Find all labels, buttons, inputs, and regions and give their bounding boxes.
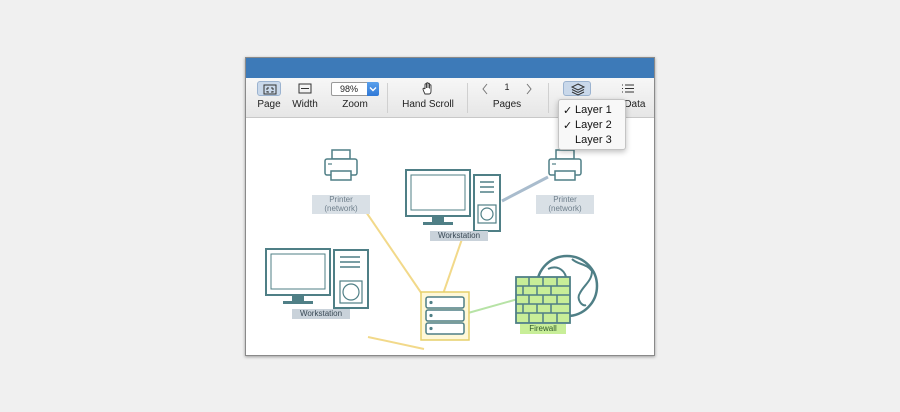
fit-width-icon	[293, 81, 317, 96]
page-label: Page	[257, 99, 281, 110]
layer-1-label: Layer 1	[575, 104, 612, 116]
zoom-tool: Zoom	[332, 78, 378, 118]
layer-2-label: Layer 2	[575, 119, 612, 131]
firewall-icon[interactable]	[515, 276, 571, 324]
width-label: Width	[292, 99, 318, 110]
toolbar-separator	[548, 83, 549, 113]
fit-page-icon	[257, 81, 281, 96]
printer-label-line2: (network)	[548, 204, 582, 213]
fit-width-button[interactable]: Width	[288, 78, 322, 118]
printer-label-line2: (network)	[324, 204, 358, 213]
diagram-canvas[interactable]: Printer (network) Printer (network) Work…	[246, 119, 654, 355]
hand-icon	[420, 81, 436, 96]
toolbar-separator	[467, 83, 468, 113]
toolbar-separator	[387, 83, 388, 113]
printer-left-label: Printer (network)	[312, 195, 370, 214]
list-icon	[620, 81, 636, 96]
server-icon[interactable]	[420, 291, 470, 341]
workstation-top-label: Workstation	[430, 231, 488, 241]
layer-2-menu-item[interactable]: ✓ Layer 2	[559, 118, 627, 133]
layers-menu: ✓ Layer 1 ✓ Layer 2 Layer 3	[558, 99, 626, 150]
printer-icon[interactable]	[548, 149, 582, 181]
check-icon: ✓	[563, 120, 573, 132]
layers-icon	[563, 81, 591, 96]
title-bar[interactable]	[246, 58, 654, 78]
pages-label: Pages	[492, 99, 522, 110]
previous-page-button[interactable]	[480, 82, 490, 96]
printer-icon[interactable]	[324, 149, 358, 181]
workstation-left-label: Workstation	[292, 309, 350, 319]
zoom-label: Zoom	[342, 99, 368, 110]
layer-3-menu-item[interactable]: Layer 3	[559, 133, 627, 148]
connector	[441, 238, 463, 298]
page-number: 1	[504, 82, 510, 92]
hand-scroll-button[interactable]: Hand Scroll	[396, 78, 460, 118]
chevron-left-icon	[482, 83, 488, 95]
printer-right-label: Printer (network)	[536, 195, 594, 214]
layer-1-menu-item[interactable]: ✓ Layer 1	[559, 103, 627, 118]
layer-3-label: Layer 3	[575, 134, 612, 146]
connector	[467, 298, 519, 314]
workstation-icon[interactable]	[405, 169, 501, 232]
firewall-label: Firewall	[520, 324, 566, 334]
workstation-icon[interactable]	[265, 248, 369, 309]
connector	[363, 208, 425, 298]
check-icon: ✓	[563, 105, 573, 117]
printer-label-line1: Printer	[553, 195, 577, 204]
printer-label-line1: Printer	[329, 195, 353, 204]
connector	[367, 336, 425, 350]
chevron-right-icon	[526, 83, 532, 95]
hand-scroll-label: Hand Scroll	[402, 99, 454, 110]
fit-page-button[interactable]: Page	[254, 78, 284, 118]
next-page-button[interactable]	[524, 82, 534, 96]
